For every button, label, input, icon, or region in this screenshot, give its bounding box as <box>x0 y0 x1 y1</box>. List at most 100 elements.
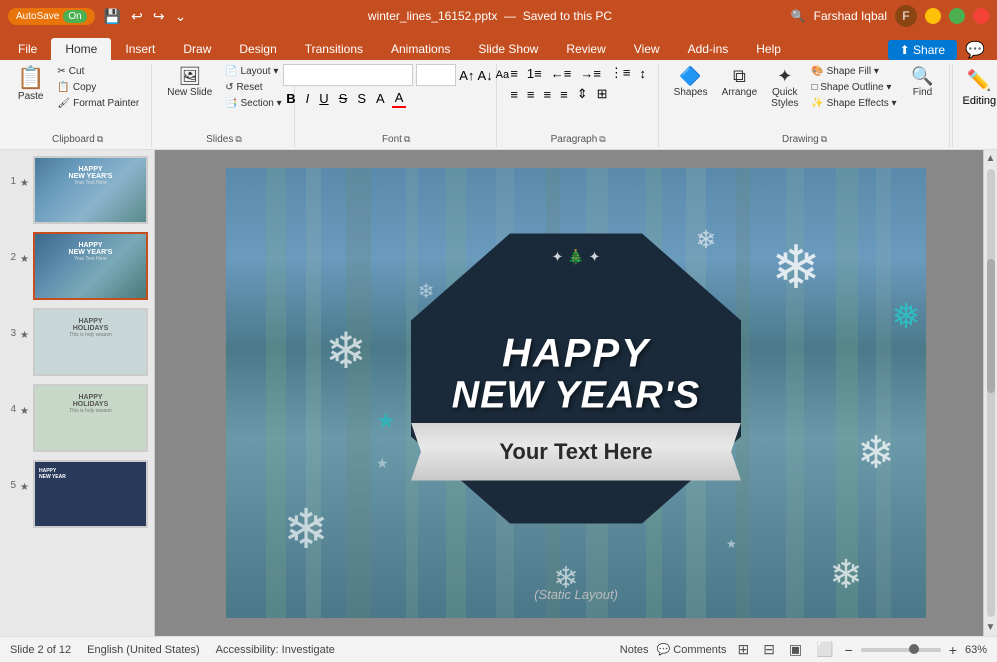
user-avatar[interactable]: F <box>895 5 917 27</box>
italic-button[interactable]: I <box>303 90 313 107</box>
list-item[interactable]: 5 ★ HAPPY NEW YEAR <box>4 458 150 530</box>
slide-thumbnail-4[interactable]: HAPPY HOLIDAYS This is holy season <box>33 384 148 452</box>
slide-thumbnail-3[interactable]: HAPPY HOLIDAYS This is holy season <box>33 308 148 376</box>
columns-button[interactable]: ⋮≡ <box>607 64 634 82</box>
zoom-minus-button[interactable]: − <box>845 642 853 658</box>
font-size-input[interactable] <box>416 64 456 86</box>
list-item[interactable]: 1 ★ HAPPY NEW YEAR'S Your Text Here <box>4 154 150 226</box>
shapes-label: Shapes <box>674 87 708 98</box>
tab-home[interactable]: Home <box>51 38 111 60</box>
reset-button[interactable]: ↺ Reset <box>221 80 285 95</box>
tab-review[interactable]: Review <box>552 38 619 60</box>
decrease-indent-button[interactable]: ←≡ <box>548 65 575 82</box>
editing-indicator[interactable]: ✏️ Editing <box>952 64 997 147</box>
redo-icon[interactable]: ↪ <box>150 6 168 27</box>
copy-button[interactable]: 📋 Copy <box>53 80 143 95</box>
tab-transitions[interactable]: Transitions <box>291 38 377 60</box>
svg-text:❄: ❄ <box>857 427 895 478</box>
clipboard-group: 📋 Paste ✂ Cut 📋 Copy 🖌 Format Painter Cl… <box>4 64 152 147</box>
slide-thumbnail-1[interactable]: HAPPY NEW YEAR'S Your Text Here <box>33 156 148 224</box>
slides-expand-icon[interactable]: ⧉ <box>235 134 241 145</box>
slide-canvas[interactable]: ❄ ❄ ❄ ❄ ❄ ❄ ❄ ❄ ★ ★ ★ ★ ★ ★ ★ ★ ❅ <box>226 168 926 618</box>
align-center-button[interactable]: ≡ <box>524 86 538 103</box>
bullets-button[interactable]: ≡ <box>507 65 521 82</box>
font-color-button[interactable]: A <box>392 89 407 108</box>
underline-button[interactable]: U <box>316 90 331 107</box>
drawing-expand-icon[interactable]: ⧉ <box>821 134 827 145</box>
paste-button[interactable]: 📋 Paste <box>12 64 49 105</box>
cut-button[interactable]: ✂ Cut <box>53 64 143 79</box>
share-button[interactable]: ⬆ Share <box>888 40 957 60</box>
list-item[interactable]: 3 ★ HAPPY HOLIDAYS This is holy season <box>4 306 150 378</box>
tab-draw[interactable]: Draw <box>169 38 225 60</box>
zoom-level[interactable]: 63% <box>965 644 987 656</box>
zoom-thumb[interactable] <box>909 644 919 654</box>
numbering-button[interactable]: 1≡ <box>524 65 545 82</box>
normal-view-button[interactable]: ⊞ <box>734 640 752 659</box>
align-right-button[interactable]: ≡ <box>541 86 555 103</box>
shape-fill-button[interactable]: 🎨 Shape Fill ▾ <box>807 64 900 79</box>
shadow-button[interactable]: S <box>354 90 369 107</box>
font-expand-icon[interactable]: ⧉ <box>404 134 410 145</box>
minimize-button[interactable] <box>925 8 941 24</box>
tab-help[interactable]: Help <box>742 38 795 60</box>
find-button[interactable]: 🔍 Find <box>905 64 941 101</box>
justify-button[interactable]: ≡ <box>557 86 571 103</box>
slide-thumbnail-2[interactable]: HAPPY NEW YEAR'S Your Text Here <box>33 232 148 300</box>
zoom-plus-button[interactable]: + <box>949 642 957 658</box>
notes-button[interactable]: Notes <box>620 644 649 656</box>
paragraph-expand-icon[interactable]: ⧉ <box>599 134 605 145</box>
ribbon-banner[interactable]: Your Text Here <box>411 423 741 481</box>
tab-slideshow[interactable]: Slide Show <box>464 38 552 60</box>
maximize-button[interactable] <box>949 8 965 24</box>
tab-insert[interactable]: Insert <box>111 38 169 60</box>
increase-font-button[interactable]: A↑ <box>459 68 474 83</box>
scroll-thumb[interactable] <box>987 259 995 393</box>
save-icon[interactable]: 💾 <box>101 6 124 27</box>
list-item[interactable]: 2 ★ HAPPY NEW YEAR'S Your Text Here <box>4 230 150 302</box>
slideshow-view-button[interactable]: ▣ <box>786 640 805 659</box>
vertical-scrollbar[interactable]: ▲ ▼ <box>983 150 997 636</box>
shape-outline-button[interactable]: □ Shape Outline ▾ <box>807 80 900 95</box>
strikethrough-button[interactable]: S <box>336 90 351 107</box>
tab-file[interactable]: File <box>4 38 51 60</box>
extra-menu-icon[interactable]: ⌄ <box>172 6 190 27</box>
quick-styles-button[interactable]: ✦ QuickStyles <box>766 64 803 112</box>
clipboard-expand-icon[interactable]: ⧉ <box>97 134 103 145</box>
shape-effects-button[interactable]: ✨ Shape Effects ▾ <box>807 96 900 111</box>
font-name-input[interactable] <box>283 64 413 86</box>
quick-styles-label: QuickStyles <box>771 87 798 109</box>
text-direction-button[interactable]: ⇕ <box>574 85 591 103</box>
slide-thumbnail-5[interactable]: HAPPY NEW YEAR <box>33 460 148 528</box>
align-left-button[interactable]: ≡ <box>507 86 521 103</box>
drawing-label: Drawing ⧉ <box>782 134 827 145</box>
decrease-font-button[interactable]: A↓ <box>477 68 492 83</box>
comments-button[interactable]: 💬 Comments <box>657 643 727 656</box>
slide-number-1: 1 <box>6 156 16 187</box>
comments-icon[interactable]: 💬 <box>965 40 985 60</box>
close-button[interactable] <box>973 8 989 24</box>
clear-format-button[interactable]: A <box>373 90 388 107</box>
undo-icon[interactable]: ↩ <box>128 6 146 27</box>
arrange-button[interactable]: ⧉ Arrange <box>717 64 763 101</box>
outline-view-button[interactable]: ⊟ <box>760 640 778 659</box>
presenter-view-button[interactable]: ⬜ <box>813 640 836 659</box>
list-item[interactable]: 4 ★ HAPPY HOLIDAYS This is holy season <box>4 382 150 454</box>
section-button[interactable]: 📑 Section ▾ <box>221 96 285 111</box>
smart-art-button[interactable]: ⊞ <box>594 85 611 103</box>
bold-button[interactable]: B <box>283 90 298 107</box>
tab-view[interactable]: View <box>620 38 674 60</box>
search-icon[interactable]: 🔍 <box>791 9 806 23</box>
autosave-toggle[interactable]: AutoSave On <box>8 8 95 25</box>
shapes-button[interactable]: 🔷 Shapes <box>669 64 713 101</box>
layout-button[interactable]: 📄 Layout ▾ <box>221 64 285 79</box>
tab-design[interactable]: Design <box>225 38 290 60</box>
autosave-label: AutoSave <box>16 11 59 22</box>
line-spacing-button[interactable]: ↕ <box>637 65 650 82</box>
tab-animations[interactable]: Animations <box>377 38 464 60</box>
new-slide-button[interactable]: 🖼 New Slide <box>162 64 217 101</box>
format-painter-button[interactable]: 🖌 Format Painter <box>53 96 143 111</box>
increase-indent-button[interactable]: →≡ <box>577 65 604 82</box>
tab-addins[interactable]: Add-ins <box>674 38 743 60</box>
zoom-slider[interactable] <box>861 648 941 652</box>
